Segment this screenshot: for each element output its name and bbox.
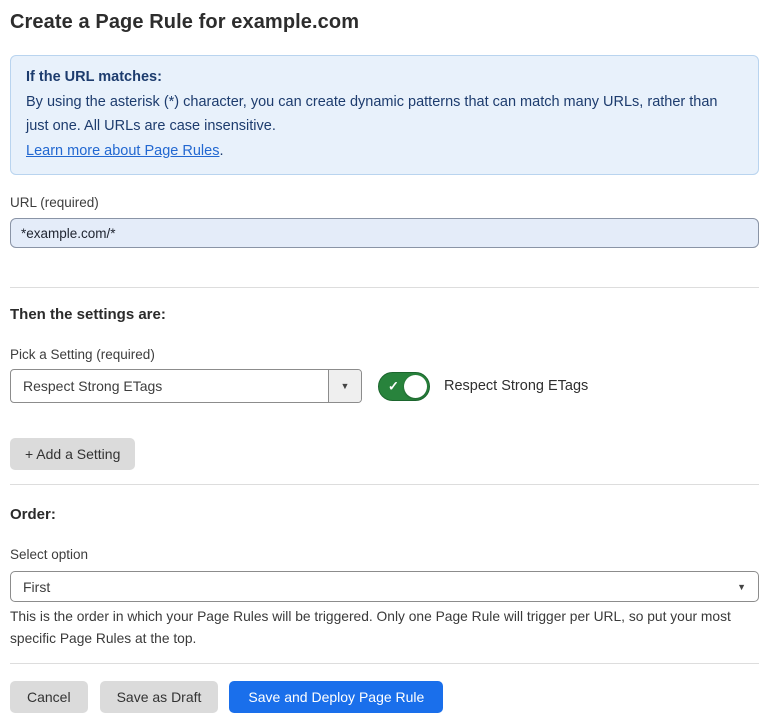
pick-setting-label: Pick a Setting (required) xyxy=(10,347,759,363)
toggle-knob xyxy=(404,375,427,398)
order-help-text: This is the order in which your Page Rul… xyxy=(10,606,759,650)
setting-select-value: Respect Strong ETags xyxy=(11,370,328,402)
add-setting-button[interactable]: + Add a Setting xyxy=(10,438,135,470)
check-icon: ✓ xyxy=(388,380,399,393)
url-input[interactable] xyxy=(10,218,759,248)
page-title: Create a Page Rule for example.com xyxy=(10,0,759,34)
learn-more-link[interactable]: Learn more about Page Rules xyxy=(26,143,219,159)
save-and-deploy-button[interactable]: Save and Deploy Page Rule xyxy=(229,681,443,713)
info-box-link-line: Learn more about Page Rules. xyxy=(26,139,743,164)
order-select[interactable]: First ▼ xyxy=(10,571,759,602)
chevron-down-icon: ▼ xyxy=(341,381,350,391)
setting-row: Respect Strong ETags ▼ ✓ Respect Strong … xyxy=(10,369,759,403)
chevron-down-icon: ▼ xyxy=(737,582,746,592)
save-as-draft-button[interactable]: Save as Draft xyxy=(100,681,219,713)
settings-section-heading: Then the settings are: xyxy=(10,306,759,324)
info-box-heading: If the URL matches: xyxy=(26,65,743,90)
section-divider xyxy=(10,287,759,288)
toggle-label: Respect Strong ETags xyxy=(444,378,588,394)
info-box-body: By using the asterisk (*) character, you… xyxy=(26,90,743,139)
url-field-label: URL (required) xyxy=(10,195,759,211)
url-matches-info-box: If the URL matches: By using the asteris… xyxy=(10,55,759,175)
footer-actions: Cancel Save as Draft Save and Deploy Pag… xyxy=(10,681,759,713)
setting-select-arrow-button[interactable]: ▼ xyxy=(328,370,361,402)
footer-divider xyxy=(10,663,759,664)
order-select-label: Select option xyxy=(10,547,759,563)
setting-select[interactable]: Respect Strong ETags ▼ xyxy=(10,369,362,403)
section-divider xyxy=(10,484,759,485)
page-rule-form: Create a Page Rule for example.com If th… xyxy=(10,0,759,713)
cancel-button[interactable]: Cancel xyxy=(10,681,88,713)
link-suffix: . xyxy=(219,143,223,159)
respect-strong-etags-toggle[interactable]: ✓ xyxy=(378,372,430,401)
order-section-heading: Order: xyxy=(10,506,759,524)
order-select-value: First xyxy=(23,579,50,595)
